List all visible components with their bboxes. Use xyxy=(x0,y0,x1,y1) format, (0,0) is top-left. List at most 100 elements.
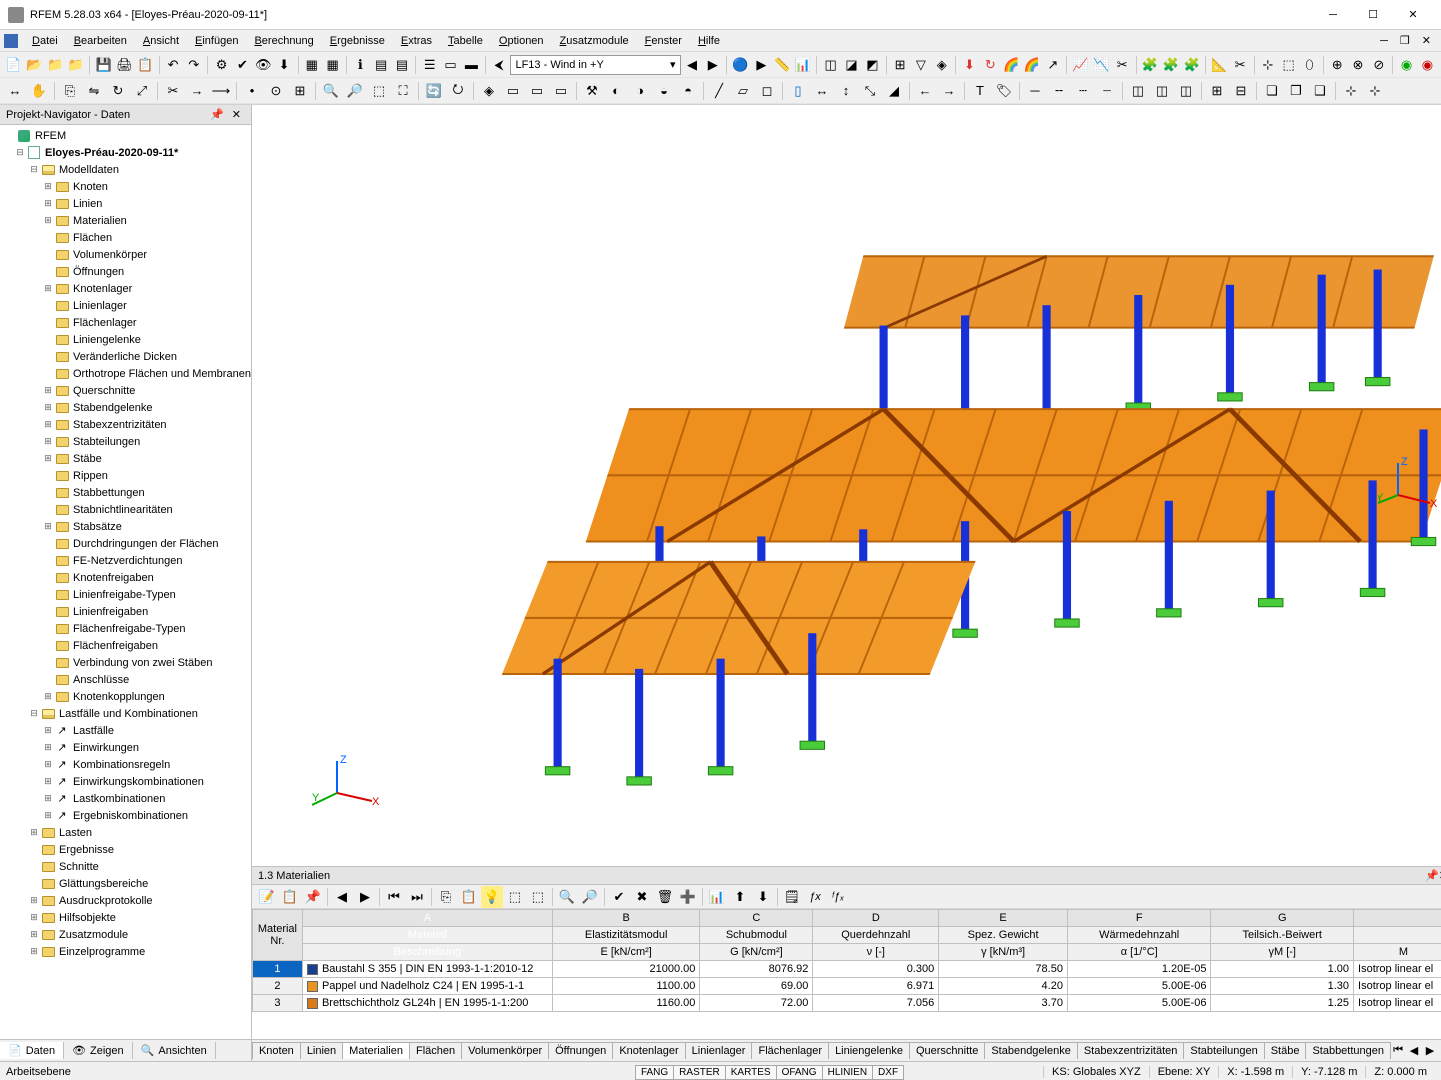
tree-md-fl-chenfreigaben[interactable]: Flächenfreigaben xyxy=(0,637,251,654)
vector-icon[interactable]: ↗ xyxy=(1043,54,1062,76)
bottom-tab-stäbe[interactable]: Stäbe xyxy=(1264,1042,1307,1059)
layers2-icon[interactable]: ▤ xyxy=(393,54,412,76)
tt-prev-icon[interactable]: ◀ xyxy=(331,886,353,908)
menu-extras[interactable]: Extras xyxy=(393,33,440,49)
undo-icon[interactable]: ↶ xyxy=(164,54,183,76)
solid-icon[interactable]: ◪ xyxy=(842,54,861,76)
bottom-tab-öffnungen[interactable]: Öffnungen xyxy=(548,1042,613,1059)
bottom-tab-knoten[interactable]: Knoten xyxy=(252,1042,301,1059)
tree-rfem[interactable]: RFEM xyxy=(0,127,251,144)
navigator-close-icon[interactable]: ✕ xyxy=(228,108,245,121)
move-icon[interactable]: ↔ xyxy=(4,80,26,102)
tt-edit-icon[interactable]: 📝 xyxy=(256,886,278,908)
tt-chk-icon[interactable]: ✔ xyxy=(608,886,630,908)
table-row[interactable]: 2Pappel und Nadelholz C24 | EN 1995-1-11… xyxy=(252,978,1441,995)
view-z-icon[interactable]: ▭ xyxy=(550,80,572,102)
tree-md-st-be[interactable]: ⊞Stäbe xyxy=(0,450,251,467)
view-x-icon[interactable]: ▭ xyxy=(502,80,524,102)
bottom-tab-linienlager[interactable]: Linienlager xyxy=(685,1042,753,1059)
wireframe-icon[interactable]: ◫ xyxy=(821,54,840,76)
tree-md-knoten[interactable]: ⊞Knoten xyxy=(0,178,251,195)
tt-replace-icon[interactable]: 🔎 xyxy=(579,886,601,908)
zoom-out-icon[interactable]: 🔎 xyxy=(344,80,366,102)
save-icon[interactable]: 💾 xyxy=(94,54,113,76)
shape-icon[interactable]: ◈ xyxy=(932,54,951,76)
materials-table[interactable]: MaterialNr. A B C D E F G MaterialElasti… xyxy=(252,909,1441,1012)
scale2-icon[interactable]: ⤢ xyxy=(131,80,153,102)
member-icon[interactable]: ╱ xyxy=(708,80,730,102)
rotate3d-icon[interactable]: 🔄 xyxy=(423,80,445,102)
nav-tab-daten[interactable]: 📄 Daten xyxy=(0,1042,64,1059)
tree-md-stabteilungen[interactable]: ⊞Stabteilungen xyxy=(0,433,251,450)
tree-md-liniengelenke[interactable]: Liniengelenke xyxy=(0,331,251,348)
obj3-icon[interactable]: ◒ xyxy=(653,80,675,102)
arr-left-icon[interactable]: ← xyxy=(914,80,936,102)
next-lc-icon[interactable]: ▶ xyxy=(703,54,722,76)
zoom-all-icon[interactable]: ⛶ xyxy=(392,80,414,102)
bottom-tab-stabendgelenke[interactable]: Stabendgelenke xyxy=(984,1042,1078,1059)
tree-md-linienfreigaben[interactable]: Linienfreigaben xyxy=(0,603,251,620)
tree-md-linien[interactable]: ⊞Linien xyxy=(0,195,251,212)
tree-md--ffnungen[interactable]: Öffnungen xyxy=(0,263,251,280)
redo-icon[interactable]: ↷ xyxy=(184,54,203,76)
snap-icon[interactable]: ⊙ xyxy=(265,80,287,102)
tree-md-knotenlager[interactable]: ⊞Knotenlager xyxy=(0,280,251,297)
bottom-tab-knotenlager[interactable]: Knotenlager xyxy=(612,1042,685,1059)
check-icon[interactable]: ✔ xyxy=(233,54,252,76)
module-icon[interactable]: 🧩 xyxy=(1140,54,1159,76)
tab-scroll-next[interactable]: ▶ xyxy=(1422,1044,1438,1057)
tree-md-fl-chenlager[interactable]: Flächenlager xyxy=(0,314,251,331)
center1-icon[interactable]: ⊕ xyxy=(1328,54,1347,76)
tree-project[interactable]: ⊟Eloyes-Préau-2020-09-11* xyxy=(0,144,251,161)
obj2-icon[interactable]: ◑ xyxy=(629,80,651,102)
tree-md-stabs-tze[interactable]: ⊞Stabsätze xyxy=(0,518,251,535)
tt-unchk-icon[interactable]: ✖ xyxy=(631,886,653,908)
tt-copy-icon[interactable]: ⎘ xyxy=(435,886,457,908)
tree-md-stabendgelenke[interactable]: ⊞Stabendgelenke xyxy=(0,399,251,416)
tt-export-icon[interactable]: ⬆ xyxy=(729,886,751,908)
maximize-button[interactable]: ☐ xyxy=(1353,3,1393,27)
support-icon[interactable]: ▽ xyxy=(911,54,930,76)
calc-icon[interactable]: ⚙ xyxy=(212,54,231,76)
menu-hilfe[interactable]: Hilfe xyxy=(690,33,728,49)
tree-md-stabexzentrizit-ten[interactable]: ⊞Stabexzentrizitäten xyxy=(0,416,251,433)
contour-icon[interactable]: 🌈 xyxy=(1002,54,1021,76)
table-pane-pin-icon[interactable]: 📌 xyxy=(1425,869,1439,882)
minimize-button[interactable]: ─ xyxy=(1313,3,1353,27)
tab-scroll-prev[interactable]: ◀ xyxy=(1406,1044,1422,1057)
axis1-icon[interactable]: ⊹ xyxy=(1340,80,1362,102)
node-icon[interactable]: • xyxy=(241,80,263,102)
nav-tab-zeigen[interactable]: 👁 Zeigen xyxy=(64,1042,133,1059)
new-icon[interactable]: 📄 xyxy=(4,54,23,76)
status-toggle-kartes[interactable]: KARTES xyxy=(725,1065,777,1080)
transparent-icon[interactable]: ◩ xyxy=(863,54,882,76)
tree-md-linienlager[interactable]: Linienlager xyxy=(0,297,251,314)
tree-md-querschnitte[interactable]: ⊞Querschnitte xyxy=(0,382,251,399)
col-icon[interactable]: ▯ xyxy=(787,80,809,102)
iso-view-icon[interactable]: ◈ xyxy=(478,80,500,102)
center2-icon[interactable]: ⊗ xyxy=(1349,54,1368,76)
tt-del-icon[interactable]: 🗑 xyxy=(654,886,676,908)
win1-icon[interactable]: ❏ xyxy=(1261,80,1283,102)
more3-icon[interactable]: ◫ xyxy=(1175,80,1197,102)
mdi-close[interactable]: ✕ xyxy=(1416,34,1437,47)
tree-lf-lastkombinationen[interactable]: ⊞↗Lastkombinationen xyxy=(0,790,251,807)
clip-icon[interactable]: ✂ xyxy=(1231,54,1250,76)
animation-icon[interactable]: ▶ xyxy=(752,54,771,76)
result2-icon[interactable]: 📊 xyxy=(794,54,813,76)
menu-bearbeiten[interactable]: Bearbeiten xyxy=(66,33,135,49)
trim-icon[interactable]: ⟶ xyxy=(210,80,232,102)
tt-last-icon[interactable]: ⏭ xyxy=(406,886,428,908)
tree-ergebnisse[interactable]: Ergebnisse xyxy=(0,841,251,858)
table2-icon[interactable]: ▦ xyxy=(323,54,342,76)
tree-md-fe-netzverdichtungen[interactable]: FE-Netzverdichtungen xyxy=(0,552,251,569)
table-row[interactable]: 1Baustahl S 355 | DIN EN 1993-1-1:2010-1… xyxy=(252,961,1441,978)
mdi-restore[interactable]: ❐ xyxy=(1394,34,1416,47)
center3-icon[interactable]: ⊘ xyxy=(1369,54,1388,76)
view-y-icon[interactable]: ▭ xyxy=(526,80,548,102)
module3-icon[interactable]: 🧩 xyxy=(1182,54,1201,76)
tree-hilfsobjekte[interactable]: ⊞Hilfsobjekte xyxy=(0,909,251,926)
tree-lasten[interactable]: ⊞Lasten xyxy=(0,824,251,841)
tt-next-icon[interactable]: ▶ xyxy=(354,886,376,908)
menu-optionen[interactable]: Optionen xyxy=(491,33,552,49)
